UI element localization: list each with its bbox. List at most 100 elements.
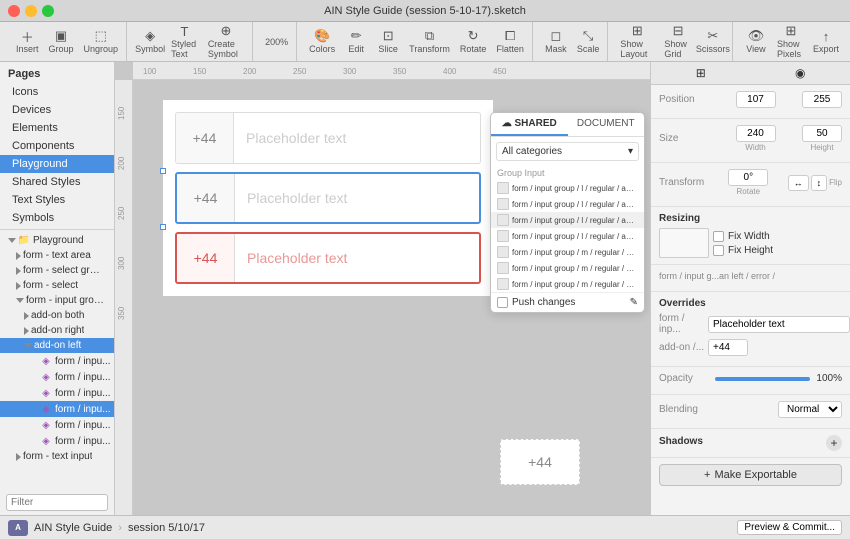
input-row-default[interactable]: +44 Placeholder text — [175, 112, 481, 164]
fix-width-checkbox[interactable] — [713, 231, 724, 242]
show-layout-button[interactable]: ⊞ Show Layout — [616, 22, 658, 61]
create-symbol-button[interactable]: ⊕ Create Symbol — [204, 22, 248, 61]
svg-text:100: 100 — [143, 67, 157, 76]
layer-search-area — [0, 490, 114, 515]
sidebar-item-playground[interactable]: Playground — [0, 155, 114, 173]
show-pixels-button[interactable]: ⊞ Show Pixels — [773, 22, 809, 61]
mask-button[interactable]: ◻ Mask — [541, 27, 571, 56]
layer-text-area[interactable]: form - text area — [0, 248, 114, 263]
inspect-icon-button[interactable]: ◉ — [751, 62, 850, 84]
add-shadow-button[interactable]: + — [826, 435, 842, 451]
layer-text-input[interactable]: form - text input — [0, 449, 114, 464]
layer-form-2[interactable]: ◈ form / inpu... — [0, 369, 114, 385]
shared-category-dropdown[interactable]: All categories ▾ — [496, 142, 639, 161]
layer-select[interactable]: form - select — [0, 278, 114, 293]
layer-form-5[interactable]: ◈ form / inpu... — [0, 417, 114, 433]
bottom-bar: A AIN Style Guide › session 5/10/17 Prev… — [0, 515, 850, 539]
symbol-button[interactable]: ◈ Symbol — [135, 27, 165, 56]
item-icon — [497, 230, 509, 242]
position-y-input[interactable] — [802, 91, 842, 108]
scissors-button[interactable]: ✂ Scissors — [698, 27, 728, 56]
rotate-button[interactable]: ↻ Rotate — [456, 27, 491, 56]
canvas-area[interactable]: 100 150 200 250 300 350 400 450 150 200 … — [115, 62, 650, 515]
layer-input-groups[interactable]: form - input groups — [0, 293, 114, 308]
input-row-red[interactable]: +44 Placeholder text — [175, 232, 481, 284]
colors-button[interactable]: 🎨 Colors — [305, 27, 339, 56]
align-icon-button[interactable]: ⊞ — [651, 62, 751, 84]
position-section: Position — [651, 85, 850, 119]
layer-form-4[interactable]: ◈ form / inpu... — [0, 401, 114, 417]
push-changes-checkbox-row[interactable]: Push changes — [497, 297, 575, 308]
shared-list: form / input group / l / regular / add-o… — [491, 180, 644, 292]
input-addon-1: +44 — [176, 113, 234, 163]
shared-list-item[interactable]: form / input group / l / regular / add-o… — [491, 180, 644, 196]
sidebar-item-components[interactable]: Components — [0, 137, 114, 155]
fix-height-checkbox[interactable] — [713, 245, 724, 256]
svg-text:400: 400 — [443, 67, 457, 76]
size-height-input[interactable] — [802, 125, 842, 142]
override-1-input[interactable] — [708, 316, 850, 333]
minimize-button[interactable] — [25, 5, 37, 17]
layer-form-6[interactable]: ◈ form / inpu... — [0, 433, 114, 449]
shared-list-item[interactable]: form / input group / m / regular / add-o… — [491, 244, 644, 260]
flip-v-button[interactable]: ↕ — [811, 175, 828, 191]
zoom-control[interactable]: 200% — [261, 35, 292, 49]
layer-playground[interactable]: 📁 Playground — [0, 232, 114, 248]
preview-commit-button[interactable]: Preview & Commit... — [737, 520, 842, 535]
rotate-icon: ↻ — [464, 29, 482, 43]
layer-form-3[interactable]: ◈ form / inpu... — [0, 385, 114, 401]
sidebar-item-devices[interactable]: Devices — [0, 101, 114, 119]
transform-label: Transform — [659, 177, 709, 188]
export-button[interactable]: ↑ Export — [811, 27, 841, 56]
scale-button[interactable]: ⤡ Scale — [573, 27, 604, 56]
opacity-slider[interactable] — [715, 377, 810, 381]
layer-addon-left[interactable]: add-on left — [0, 338, 114, 353]
shared-list-item[interactable]: form / input group / l / regular / add-o… — [491, 212, 644, 228]
sidebar-item-symbols[interactable]: Symbols — [0, 209, 114, 227]
layer-search-input[interactable] — [6, 494, 108, 511]
insert-icon: ＋ — [18, 29, 36, 43]
position-x-input[interactable] — [736, 91, 776, 108]
shared-list-item[interactable]: form / input group / m / regular / add-o… — [491, 260, 644, 276]
view-icon: 👁 — [747, 29, 765, 43]
view-button[interactable]: 👁 View — [741, 27, 771, 56]
input-row-blue[interactable]: +44 Placeholder text — [175, 172, 481, 224]
styled-text-button[interactable]: T Styled Text — [167, 22, 202, 61]
close-button[interactable] — [8, 5, 20, 17]
sidebar-item-text-styles[interactable]: Text Styles — [0, 191, 114, 209]
symbol-breadcrumb: form / input g...an left / error / — [659, 271, 842, 281]
shared-list-item[interactable]: form / input group / l / regular / add-o… — [491, 228, 644, 244]
blending-section: Blending Normal Multiply Screen — [651, 395, 850, 429]
rotate-input[interactable] — [728, 169, 768, 186]
edit-push-icon[interactable]: ✎ — [630, 297, 638, 308]
insert-button[interactable]: ＋ Insert — [12, 27, 43, 56]
shared-list-item[interactable]: form / input group / l / regular / add-o… — [491, 196, 644, 212]
sidebar-item-icons[interactable]: Icons — [0, 83, 114, 101]
breadcrumb-1: AIN Style Guide — [34, 522, 112, 534]
override-2-input[interactable] — [708, 339, 748, 356]
shared-tab-shared[interactable]: ☁ SHARED — [491, 113, 568, 136]
edit-button[interactable]: ✏ Edit — [341, 27, 371, 56]
layer-form-1[interactable]: ◈ form / inpu... — [0, 353, 114, 369]
layer-addon-both[interactable]: add-on both — [0, 308, 114, 323]
show-grid-button[interactable]: ⊟ Show Grid — [660, 22, 695, 61]
shared-list-item[interactable]: form / input group / m / regular / add-o… — [491, 276, 644, 292]
slice-button[interactable]: ⊡ Slice — [373, 27, 403, 56]
blending-select[interactable]: Normal Multiply Screen — [778, 401, 842, 418]
layer-addon-right[interactable]: add-on right — [0, 323, 114, 338]
transform-button[interactable]: ⧉ Transform — [405, 27, 454, 56]
flip-h-button[interactable]: ↔ — [788, 175, 809, 191]
shared-tab-document[interactable]: DOCUMENT — [568, 113, 645, 136]
maximize-button[interactable] — [42, 5, 54, 17]
expand-icon — [16, 453, 21, 461]
group-button[interactable]: ▣ Group — [45, 27, 78, 56]
sidebar-item-elements[interactable]: Elements — [0, 119, 114, 137]
sidebar-item-shared-styles[interactable]: Shared Styles — [0, 173, 114, 191]
layer-select-groups[interactable]: form - select groups — [0, 263, 114, 278]
push-changes-checkbox[interactable] — [497, 297, 508, 308]
make-exportable-button[interactable]: + Make Exportable — [659, 464, 842, 486]
ungroup-button[interactable]: ⬚ Ungroup — [80, 27, 123, 56]
size-width-input[interactable] — [736, 125, 776, 142]
flatten-button[interactable]: ⧠ Flatten — [492, 27, 528, 56]
flip-controls: ↔ ↕ Flip — [788, 175, 842, 191]
